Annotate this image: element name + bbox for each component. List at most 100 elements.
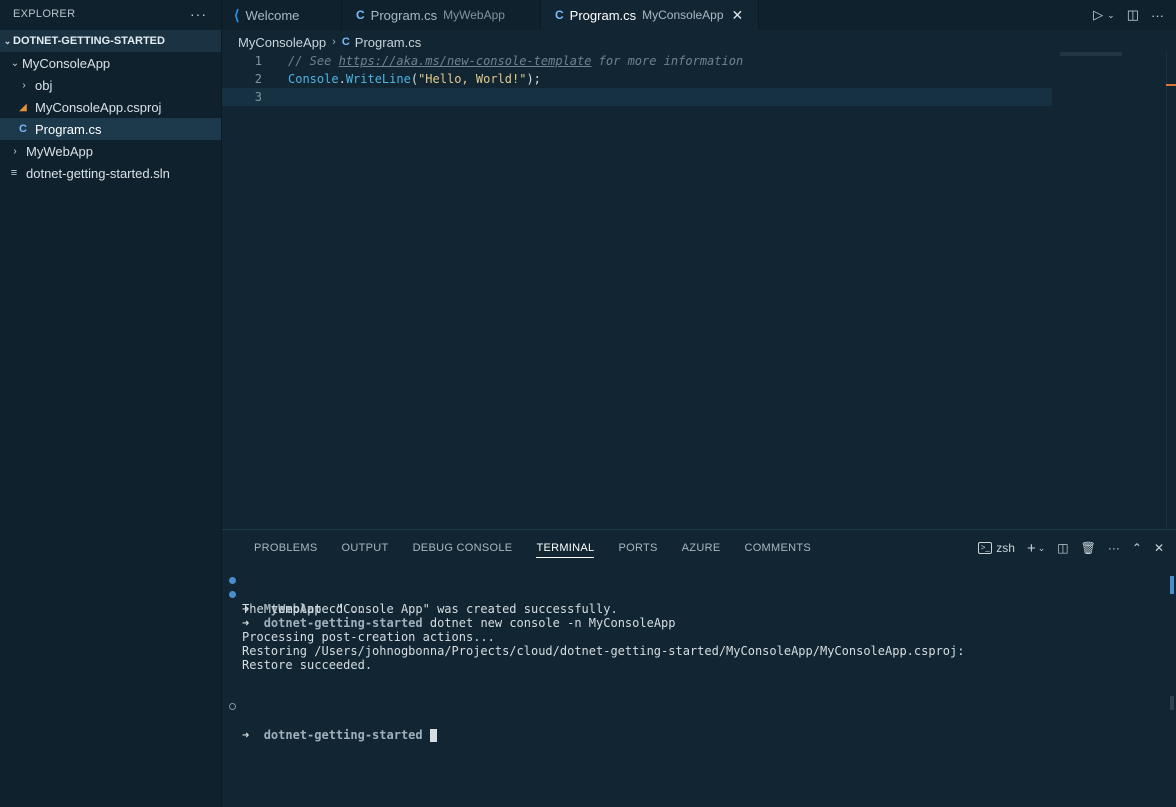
chevron-down-icon: ⌄ [10,57,20,69]
tree-item-program-cs[interactable]: C Program.cs [0,118,221,140]
tab-label: Welcome [245,7,300,23]
terminal-prompt: ➜ dotnet-getting-started [242,728,437,742]
chevron-down-icon[interactable]: ⌄ [1107,10,1115,21]
command-status-icon[interactable] [229,577,236,584]
terminal-scrollbar[interactable] [1166,574,1176,807]
workspace-section-header[interactable]: ⌄ DOTNET-GETTING-STARTED [0,30,221,52]
code-line: 2 Console.WriteLine("Hello, World!"); [222,70,1052,88]
prompt-directory: dotnet-getting-started [263,728,423,742]
breadcrumb: MyConsoleApp › C Program.cs [238,32,421,52]
close-icon[interactable]: ✕ [1154,541,1164,555]
code-editor[interactable]: 1 // See https://aka.ms/new-console-temp… [222,52,1176,528]
tab-debug-console[interactable]: DEBUG CONSOLE [401,530,525,566]
csharp-file-icon: C [341,36,350,48]
more-actions-icon[interactable]: ··· [190,6,207,22]
minimap[interactable] [1060,52,1122,56]
csharp-file-icon: C [356,8,365,22]
terminal-line: The template "Console App" was created s… [222,602,1162,616]
code-string: "Hello, World!" [418,72,527,86]
code-line: 1 // See https://aka.ms/new-console-temp… [222,52,1052,70]
tab-label: Program.cs [569,7,637,23]
tab-label: PROBLEMS [254,542,318,554]
split-editor-icon[interactable]: ◫ [1127,7,1139,23]
editor-actions: ▷ ⌄ ◫ ··· [1093,0,1176,30]
editor-tab-bar: ⟨ Welcome C Program.cs MyWebApp C Progra… [222,0,1176,30]
more-actions-icon[interactable]: ··· [1151,8,1164,23]
terminal-line-prompt: ➜ dotnet-getting-started [222,700,1162,742]
chevron-right-icon: › [13,145,17,157]
line-number: 1 [254,54,262,68]
run-icon[interactable]: ▷ [1093,7,1103,23]
trash-icon[interactable]: 🗑 [1081,541,1096,555]
more-actions-icon[interactable]: ··· [1108,541,1120,555]
tab-comments[interactable]: COMMENTS [732,530,823,566]
terminal-line: ➜ MyWebApp cd .. [222,574,1162,616]
tab-label: DEBUG CONSOLE [412,542,513,554]
tree-item-label: MyWebApp [26,143,93,159]
tree-item-label: MyConsoleApp [22,55,111,71]
tab-description: MyWebApp [443,8,505,22]
line-content: Console.WriteLine("Hello, World!"); [288,72,541,86]
scroll-marker [1166,84,1176,86]
tab-label: OUTPUT [341,542,389,554]
code-punctuation: ); [526,72,541,86]
tab-problems[interactable]: PROBLEMS [242,530,330,566]
workspace-name: DOTNET-GETTING-STARTED [13,35,165,47]
tree-item-myconsoleapp[interactable]: ⌄ MyConsoleApp [0,52,221,74]
tab-description: MyConsoleApp [642,8,724,22]
tree-item-sln[interactable]: ≡ dotnet-getting-started.sln [0,162,221,184]
split-terminal-icon[interactable]: ◫ [1057,541,1068,555]
command-status-icon[interactable] [229,703,236,710]
command-status-icon[interactable] [229,591,236,598]
chevron-right-icon: › [332,36,336,48]
line-content: // See https://aka.ms/new-console-templa… [288,54,743,68]
chevron-up-icon[interactable]: ⌃ [1132,541,1142,555]
editor-scrollbar[interactable] [1166,52,1176,528]
tab-program-cs-myconsoleapp[interactable]: C Program.cs MyConsoleApp ✕ [541,0,759,30]
output-text: Restoring /Users/johnogbonna/Projects/cl… [242,644,965,658]
prompt-arrow: ➜ [242,728,250,742]
terminal-line: Processing post-creation actions... [222,630,1162,644]
csharp-file-icon: C [19,123,27,135]
terminal-output[interactable]: ➜ MyWebApp cd .. ➜ dotnet-getting-starte… [222,574,1162,742]
scroll-marker [1170,576,1174,594]
rss-file-icon: ◢ [19,101,27,113]
comment-text: // See [288,54,339,68]
csharp-file-icon: C [555,8,564,22]
tab-ports[interactable]: PORTS [606,530,669,566]
tab-welcome[interactable]: ⟨ Welcome [222,0,342,30]
shell-name: zsh [996,541,1015,555]
comment-link[interactable]: https://aka.ms/new-console-template [339,54,592,68]
chevron-down-icon[interactable]: ⌄ [1038,543,1046,554]
code-punctuation: ( [410,72,419,86]
output-text: Restore succeeded. [242,658,373,672]
line-number: 2 [254,72,262,86]
vscode-logo-icon: ⟨ [234,6,240,23]
scroll-marker [1170,696,1174,710]
shell-selector[interactable]: >_ zsh [978,541,1015,555]
tab-program-cs-mywebapp[interactable]: C Program.cs MyWebApp [342,0,541,30]
tree-item-mywebapp[interactable]: › MyWebApp [0,140,221,162]
explorer-header: EXPLORER ··· [0,0,221,27]
plus-icon[interactable]: + [1027,540,1036,557]
close-icon[interactable]: ✕ [732,7,744,24]
tree-item-csproj[interactable]: ◢ MyConsoleApp.csproj [0,96,221,118]
terminal-line: ➜ dotnet-getting-started dotnet new cons… [222,588,1162,630]
terminal-icon: >_ [978,542,993,554]
line-number: 3 [254,90,262,104]
breadcrumb-file[interactable]: Program.cs [355,35,421,50]
tree-item-obj[interactable]: › obj [0,74,221,96]
tab-terminal[interactable]: TERMINAL [524,530,606,566]
terminal-line: Restoring /Users/johnogbonna/Projects/cl… [222,644,1162,658]
tab-azure[interactable]: AZURE [670,530,733,566]
explorer-sidebar: EXPLORER ··· ⌄ DOTNET-GETTING-STARTED ⌄ … [0,0,222,807]
tab-output[interactable]: OUTPUT [330,530,401,566]
breadcrumb-folder[interactable]: MyConsoleApp [238,35,326,50]
tree-item-label: Program.cs [35,121,102,137]
explorer-title: EXPLORER [13,7,76,20]
chevron-down-icon: ⌄ [3,35,12,46]
tab-label: TERMINAL [536,538,595,558]
terminal-cursor [429,729,437,742]
